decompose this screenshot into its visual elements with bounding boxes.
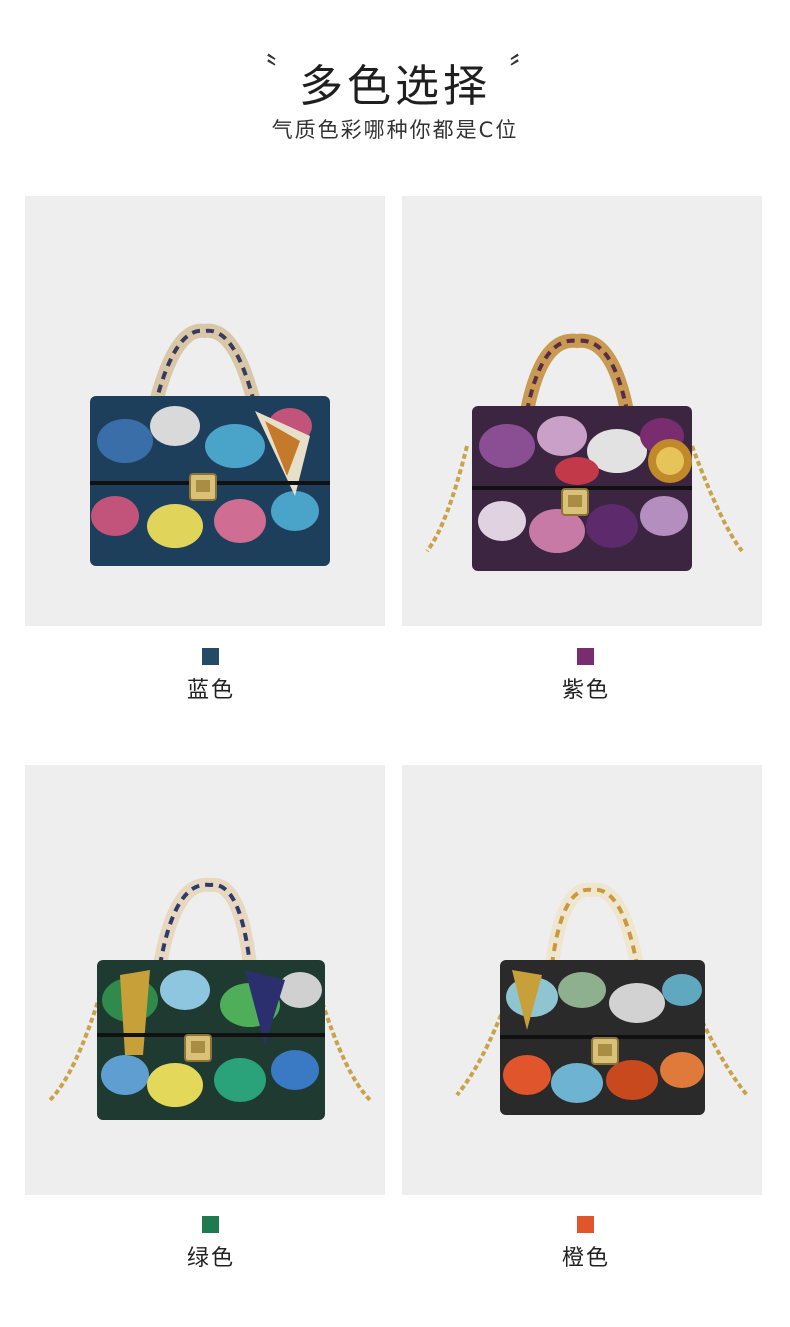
product-image-blue[interactable] <box>25 196 385 626</box>
variant-label-blue: 蓝色 <box>186 678 235 703</box>
color-swatch-purple <box>577 648 594 665</box>
product-image-purple[interactable] <box>402 196 762 626</box>
color-swatch-green <box>202 1216 219 1233</box>
variant-label-green: 绿色 <box>186 1246 235 1271</box>
orange-snakeskin-handbag-icon <box>455 882 749 1115</box>
green-snakeskin-handbag-icon <box>48 877 372 1120</box>
title-text: 多色选择 <box>299 61 491 112</box>
blue-snakeskin-handbag-icon <box>90 323 330 566</box>
quote-close: 〞 <box>509 52 543 87</box>
variant-label-purple: 紫色 <box>561 678 610 703</box>
page-subtitle: 气质色彩哪种你都是C位 <box>271 118 519 142</box>
purple-snakeskin-handbag-icon <box>425 333 744 571</box>
quote-open: 〝 <box>247 52 281 87</box>
page-title: 〝多色选择〞 <box>0 44 790 114</box>
product-image-green[interactable] <box>25 765 385 1195</box>
variant-label-orange: 橙色 <box>561 1246 610 1271</box>
color-swatch-blue <box>202 648 219 665</box>
color-swatch-orange <box>577 1216 594 1233</box>
product-image-orange[interactable] <box>402 765 762 1195</box>
